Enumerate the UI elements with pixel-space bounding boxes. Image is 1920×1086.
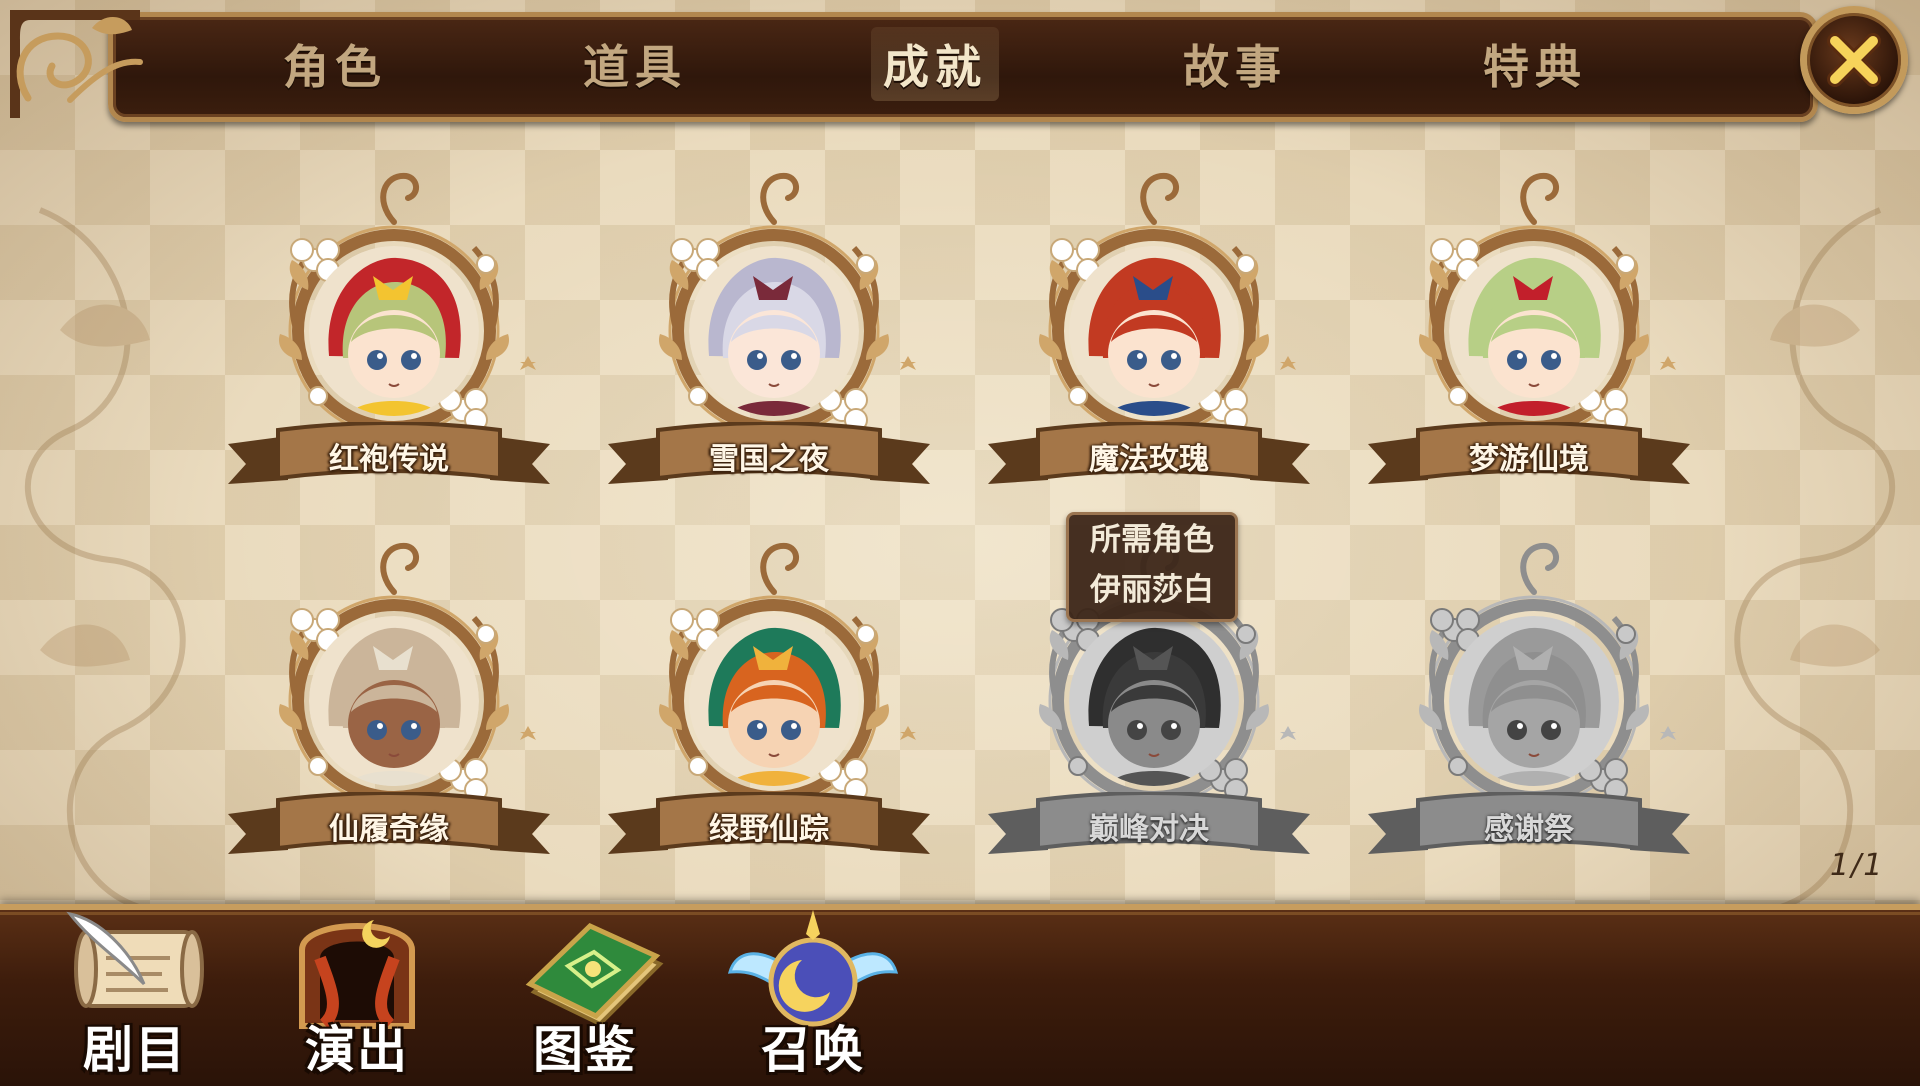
achievement-card[interactable]: 仙履奇缘: [224, 530, 554, 870]
nav-encyclopedia-button[interactable]: 图鉴: [490, 900, 680, 1086]
tooltip-line-2: 伊丽莎白: [1090, 572, 1214, 608]
nav-label: 召唤: [761, 1021, 865, 1079]
character-portrait: [309, 616, 479, 786]
title-banner: 感谢祭: [1364, 791, 1694, 862]
left-floral-ornament: [24, 207, 186, 913]
achievement-card[interactable]: 红袍传说: [224, 160, 554, 500]
achievement-title: 红袍传说: [329, 442, 449, 477]
character-portrait: [689, 246, 859, 416]
tab-stories[interactable]: 故事: [1085, 16, 1385, 112]
nav-label: 图鉴: [533, 1021, 637, 1079]
character-portrait: [1449, 246, 1619, 416]
bottom-nav-bar: 剧目 演出 图鉴 召唤: [0, 904, 1920, 1086]
tab-label: 角色: [283, 40, 387, 94]
nav-repertoire-button[interactable]: 剧目: [40, 900, 230, 1086]
requirement-tooltip: 所需角色 伊丽莎白: [1066, 512, 1238, 622]
character-portrait: [309, 246, 479, 416]
achievement-title: 巅峰对决: [1089, 812, 1209, 847]
character-avatar-icon: [1449, 246, 1619, 416]
tab-list: 角色 道具 成就 故事 特典: [185, 16, 1685, 112]
nav-label: 演出: [305, 1021, 409, 1079]
character-avatar-icon: [309, 246, 479, 416]
character-avatar-icon: [1069, 616, 1239, 786]
character-avatar-icon: [689, 616, 859, 786]
achievement-card[interactable]: 感谢祭: [1364, 530, 1694, 870]
title-banner: 红袍传说: [224, 421, 554, 492]
achievement-title: 感谢祭: [1484, 812, 1574, 847]
character-avatar-icon: [1069, 246, 1239, 416]
tooltip-line-1: 所需角色: [1090, 522, 1214, 558]
title-banner: 巅峰对决: [984, 791, 1314, 862]
character-avatar-icon: [689, 246, 859, 416]
achievement-title: 梦游仙境: [1469, 442, 1589, 477]
title-banner: 绿野仙踪: [604, 791, 934, 862]
title-banner: 雪国之夜: [604, 421, 934, 492]
tab-items[interactable]: 道具: [485, 16, 785, 112]
page-indicator: 1/1: [1830, 848, 1885, 883]
nav-performance-button[interactable]: 演出: [262, 900, 452, 1086]
tab-label: 特典: [1483, 40, 1587, 94]
right-floral-ornament: [1734, 207, 1896, 913]
achievement-card[interactable]: 魔法玫瑰: [984, 160, 1314, 500]
tab-label: 成就: [871, 27, 999, 101]
achievement-title: 雪国之夜: [709, 442, 829, 477]
close-button[interactable]: [1800, 6, 1908, 114]
character-portrait: [1069, 616, 1239, 786]
tab-specials[interactable]: 特典: [1385, 16, 1685, 112]
character-avatar-icon: [1449, 616, 1619, 786]
tab-label: 道具: [583, 40, 687, 94]
top-tab-bar: 角色 道具 成就 故事 特典: [0, 0, 1920, 122]
character-avatar-icon: [309, 616, 479, 786]
close-x-icon: [1827, 33, 1881, 87]
achievement-card[interactable]: 梦游仙境: [1364, 160, 1694, 500]
nav-summon-button[interactable]: 召唤: [718, 900, 908, 1086]
tab-characters[interactable]: 角色: [185, 16, 485, 112]
character-portrait: [1069, 246, 1239, 416]
title-banner: 仙履奇缘: [224, 791, 554, 862]
character-portrait: [689, 616, 859, 786]
title-banner: 魔法玫瑰: [984, 421, 1314, 492]
tab-label: 故事: [1183, 40, 1287, 94]
achievement-card[interactable]: 绿野仙踪: [604, 530, 934, 870]
nav-label: 剧目: [83, 1021, 187, 1079]
achievement-title: 魔法玫瑰: [1089, 442, 1209, 477]
corner-scroll-ornament: [10, 10, 143, 118]
tab-achievements[interactable]: 成就: [785, 16, 1085, 112]
achievement-title: 绿野仙踪: [709, 812, 829, 847]
character-portrait: [1449, 616, 1619, 786]
achievement-title: 仙履奇缘: [329, 812, 449, 847]
title-banner: 梦游仙境: [1364, 421, 1694, 492]
achievement-card[interactable]: 雪国之夜: [604, 160, 934, 500]
